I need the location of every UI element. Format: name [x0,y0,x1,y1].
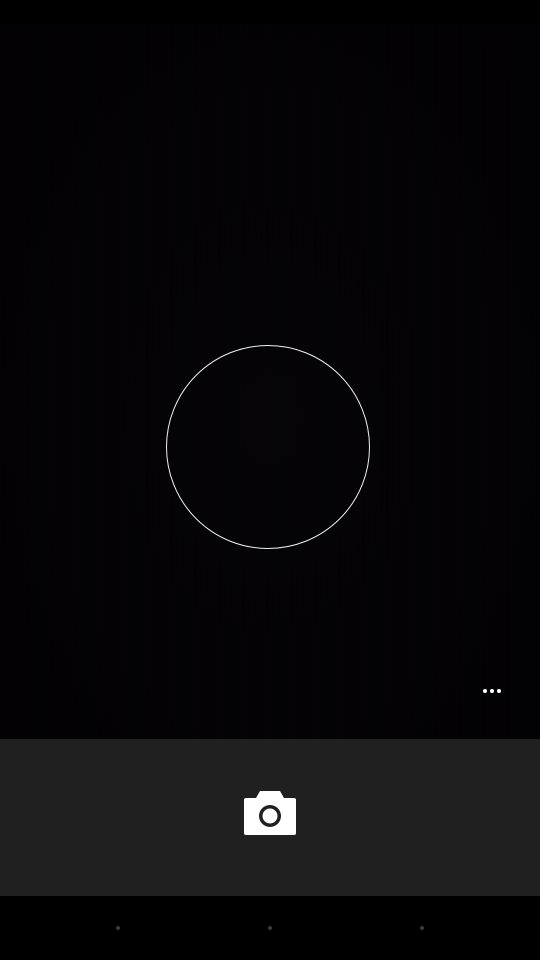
recents-icon[interactable] [420,926,424,930]
status-bar [0,0,540,24]
back-icon[interactable] [116,926,120,930]
more-horizontal-icon [483,689,501,693]
home-icon[interactable] [268,926,272,930]
navigation-bar [0,896,540,960]
shutter-button[interactable] [228,779,312,849]
overflow-menu-button[interactable] [468,676,516,706]
focus-ring [166,345,370,549]
camera-icon [243,788,297,841]
camera-control-bar [0,739,540,896]
camera-viewfinder[interactable] [0,24,540,739]
